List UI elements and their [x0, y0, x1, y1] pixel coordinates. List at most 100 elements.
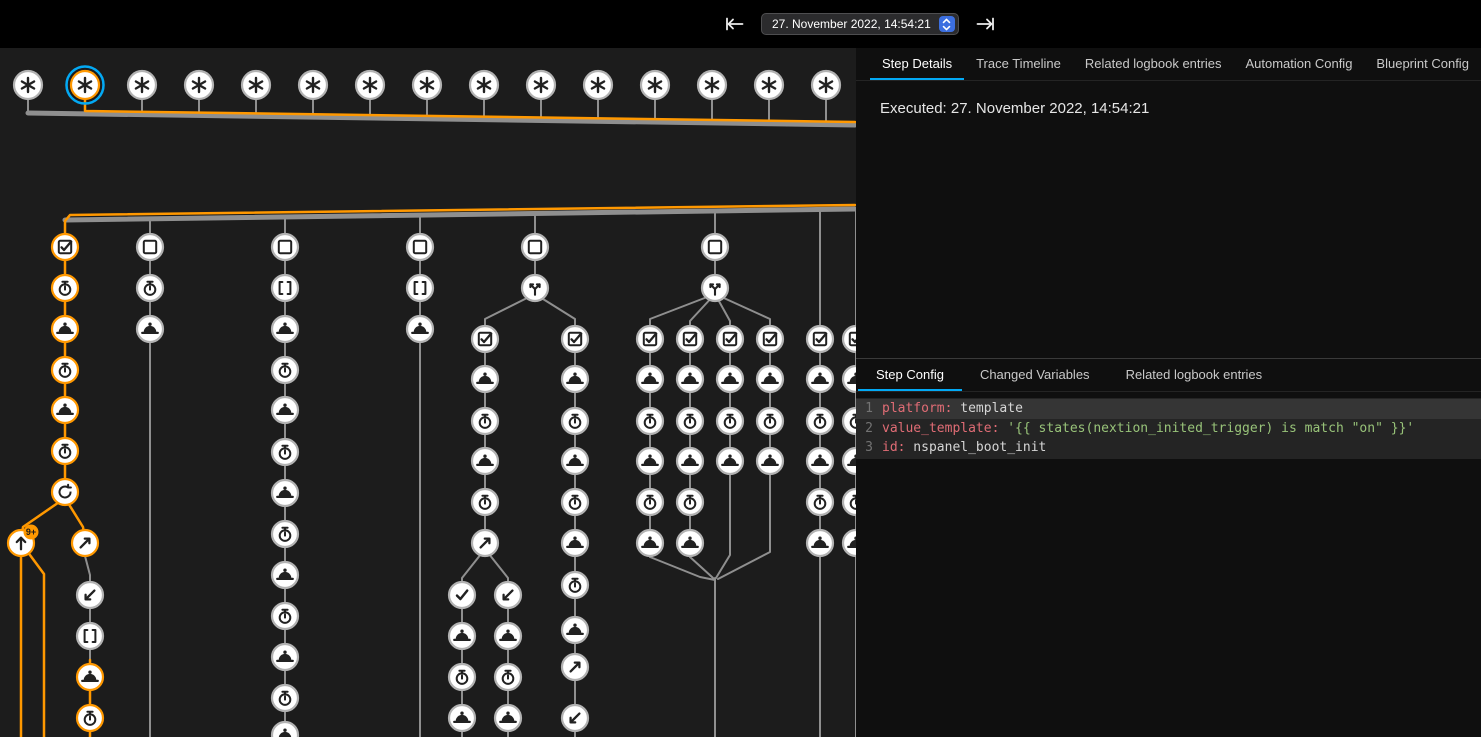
node-timer[interactable] [677, 408, 703, 434]
tab-automation-config[interactable]: Automation Config [1233, 48, 1364, 80]
node-timer[interactable] [757, 408, 783, 434]
node-bell[interactable] [77, 664, 103, 690]
node-bell[interactable] [495, 623, 521, 649]
node-timer[interactable] [562, 408, 588, 434]
node-checkbox[interactable] [807, 326, 833, 352]
node-timer[interactable] [717, 408, 743, 434]
node-bell[interactable] [717, 366, 743, 392]
node-bell[interactable] [637, 366, 663, 392]
node-bell[interactable] [562, 617, 588, 643]
tab-step-config[interactable]: Step Config [858, 359, 962, 391]
node-timer[interactable] [52, 357, 78, 383]
node-bell[interactable] [637, 448, 663, 474]
node-timer[interactable] [843, 408, 856, 434]
node-bell[interactable] [562, 530, 588, 556]
node-bell[interactable] [637, 530, 663, 556]
node-bell[interactable] [807, 530, 833, 556]
node-bell[interactable] [52, 316, 78, 342]
node-timer[interactable] [272, 603, 298, 629]
node-asterisk[interactable] [67, 67, 104, 104]
node-asterisk[interactable] [299, 71, 327, 99]
node-square[interactable] [522, 234, 548, 260]
node-brackets[interactable] [272, 275, 298, 301]
tab-changed-variables[interactable]: Changed Variables [962, 359, 1108, 391]
node-checkbox[interactable] [637, 326, 663, 352]
next-trace-button[interactable] [974, 14, 998, 34]
node-timer[interactable] [272, 439, 298, 465]
node-timer[interactable] [472, 489, 498, 515]
node-bell[interactable] [677, 448, 703, 474]
node-asterisk[interactable] [470, 71, 498, 99]
node-asterisk[interactable] [185, 71, 213, 99]
tab-related-logbook-entries-2[interactable]: Related logbook entries [1108, 359, 1281, 391]
node-bell[interactable] [677, 366, 703, 392]
node-timer[interactable] [637, 408, 663, 434]
node-bell[interactable] [137, 316, 163, 342]
node-checkbox[interactable] [677, 326, 703, 352]
node-bell[interactable] [272, 316, 298, 342]
node-bell[interactable] [843, 448, 856, 474]
node-timer[interactable] [843, 489, 856, 515]
node-bell[interactable] [562, 448, 588, 474]
node-bell[interactable] [52, 397, 78, 423]
node-checkbox[interactable] [472, 326, 498, 352]
node-timer[interactable] [52, 438, 78, 464]
node-arrow-ne[interactable] [72, 530, 98, 556]
node-timer[interactable] [449, 664, 475, 690]
node-timer[interactable] [677, 489, 703, 515]
node-timer[interactable] [272, 357, 298, 383]
node-bell[interactable] [717, 448, 743, 474]
trace-selector[interactable]: 27. November 2022, 14:54:21 [761, 13, 959, 35]
node-checkbox[interactable] [562, 326, 588, 352]
node-timer[interactable] [562, 572, 588, 598]
node-split[interactable] [522, 275, 548, 301]
node-brackets[interactable] [407, 275, 433, 301]
node-arrow-up[interactable]: 9+ [8, 525, 39, 557]
node-arrow-sw[interactable] [77, 582, 103, 608]
node-bell[interactable] [272, 644, 298, 670]
node-asterisk[interactable] [755, 71, 783, 99]
node-asterisk[interactable] [584, 71, 612, 99]
node-checkbox[interactable] [843, 326, 856, 352]
node-repeat[interactable] [52, 479, 78, 505]
node-bell[interactable] [807, 448, 833, 474]
node-check[interactable] [449, 582, 475, 608]
node-timer[interactable] [272, 521, 298, 547]
node-arrow-sw[interactable] [562, 705, 588, 731]
node-bell[interactable] [272, 480, 298, 506]
node-checkbox[interactable] [717, 326, 743, 352]
tab-related-logbook-entries[interactable]: Related logbook entries [1073, 48, 1234, 80]
node-bell[interactable] [757, 448, 783, 474]
node-timer[interactable] [562, 489, 588, 515]
node-timer[interactable] [272, 685, 298, 711]
node-bell[interactable] [472, 366, 498, 392]
node-timer[interactable] [807, 408, 833, 434]
node-asterisk[interactable] [698, 71, 726, 99]
node-asterisk[interactable] [128, 71, 156, 99]
node-timer[interactable] [495, 664, 521, 690]
node-asterisk[interactable] [242, 71, 270, 99]
node-bell[interactable] [677, 530, 703, 556]
node-bell[interactable] [757, 366, 783, 392]
node-asterisk[interactable] [356, 71, 384, 99]
node-asterisk[interactable] [14, 71, 42, 99]
node-bell[interactable] [562, 366, 588, 392]
node-timer[interactable] [137, 275, 163, 301]
node-arrow-sw[interactable] [495, 582, 521, 608]
node-bell[interactable] [807, 366, 833, 392]
tab-trace-timeline[interactable]: Trace Timeline [964, 48, 1073, 80]
node-square[interactable] [137, 234, 163, 260]
node-bell[interactable] [272, 397, 298, 423]
node-checkbox[interactable] [52, 234, 78, 260]
node-square[interactable] [702, 234, 728, 260]
node-bell[interactable] [272, 562, 298, 588]
node-asterisk[interactable] [413, 71, 441, 99]
node-asterisk[interactable] [527, 71, 555, 99]
node-asterisk[interactable] [641, 71, 669, 99]
previous-trace-button[interactable] [722, 14, 746, 34]
node-bell[interactable] [472, 448, 498, 474]
tab-step-details[interactable]: Step Details [870, 48, 964, 80]
node-bell[interactable] [495, 705, 521, 731]
node-timer[interactable] [807, 489, 833, 515]
node-bell[interactable] [272, 722, 298, 737]
